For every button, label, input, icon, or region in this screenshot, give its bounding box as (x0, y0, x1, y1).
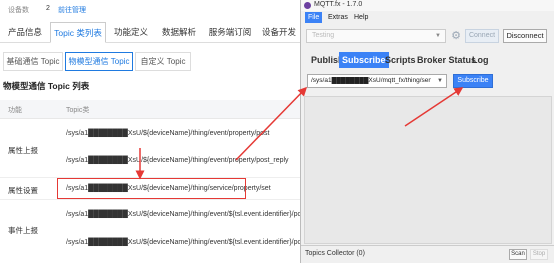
table-header: 功能 Topic类 (0, 100, 300, 119)
menu-bar: File Extras Help (301, 11, 554, 24)
device-summary-bar: 设备数 2 前往管理 (0, 0, 300, 18)
table-row: /sys/a1████████XsU/${deviceName}/thing/e… (0, 120, 300, 178)
topic-cell: /sys/a1████████XsU/${deviceName}/thing/e… (66, 211, 307, 218)
topic-type-tabs: 基础通信 Topic 物模型通信 Topic 自定义 Topic (0, 52, 300, 71)
iot-console-panel: 设备数 2 前往管理 产品信息 Topic 类列表 功能定义 数据解析 服务端订… (0, 0, 326, 263)
tab-function-definition[interactable]: 功能定义 (108, 22, 154, 43)
header-topic: Topic类 (66, 107, 90, 114)
tab-device-development[interactable]: 设备开发 (258, 22, 300, 43)
topic-cell: /sys/a1████████XsU/${deviceName}/thing/e… (66, 130, 270, 137)
tab-product-info[interactable]: 产品信息 (2, 22, 48, 43)
tab-thing-model-topic[interactable]: 物模型通信 Topic (65, 52, 133, 71)
function-cell: 事件上报 (8, 226, 38, 235)
subscribe-row: /sys/a1████████XsU/mqtt_fx/thing/service… (301, 74, 554, 90)
subscribe-button[interactable]: Subscribe (453, 74, 493, 88)
tab-custom-topic[interactable]: 自定义 Topic (135, 52, 191, 71)
tab-server-subscription[interactable]: 服务端订阅 (204, 22, 256, 43)
window-titlebar: MQTT.fx - 1.7.0 (301, 0, 554, 11)
chevron-down-icon: ▼ (435, 33, 441, 39)
gear-icon[interactable]: ⚙ (449, 29, 463, 43)
topic-value: /sys/a1████████XsU/mqtt_fx/thing/service… (311, 77, 431, 84)
chevron-down-icon: ▼ (437, 78, 443, 84)
table-row: /sys/a1████████XsU/${deviceName}/thing/e… (0, 200, 326, 263)
topic-cell: /sys/a1████████XsU/${deviceName}/thing/e… (66, 239, 326, 246)
topics-collector-bar: Topics Collector (0) Scan Stop (301, 245, 554, 263)
disconnect-button[interactable]: Disconnect (503, 29, 547, 43)
window-title: MQTT.fx - 1.7.0 (314, 1, 363, 8)
function-cell: 属性设置 (8, 186, 38, 195)
profile-value: Testing (312, 32, 335, 39)
tab-log[interactable]: Log (469, 52, 492, 68)
topics-collector-label: Topics Collector (0) (305, 250, 365, 257)
section-title: 物模型通信 Topic 列表 (3, 81, 90, 91)
tab-data-parsing[interactable]: 数据解析 (156, 22, 202, 43)
scan-button[interactable]: Scan (509, 249, 527, 260)
highlight-box (57, 178, 246, 199)
mqttfx-app-icon (304, 2, 311, 9)
function-cell: 属性上报 (8, 146, 38, 155)
subscriptions-area (304, 96, 552, 244)
subscribe-topic-input[interactable]: /sys/a1████████XsU/mqtt_fx/thing/service… (307, 74, 447, 88)
header-function: 功能 (8, 107, 22, 114)
goto-manage-link[interactable]: 前往管理 (58, 5, 86, 15)
connection-profile-select[interactable]: Testing ▼ (306, 29, 446, 43)
tab-basic-topic[interactable]: 基础通信 Topic (3, 52, 63, 71)
connection-bar: Testing ▼ ⚙ Connect Disconnect (301, 26, 554, 46)
tab-topic-list[interactable]: Topic 类列表 (50, 22, 106, 43)
menu-extras[interactable]: Extras (325, 12, 351, 23)
device-count-label: 设备数 (8, 7, 29, 14)
topic-cell: /sys/a1████████XsU/${deviceName}/thing/e… (66, 157, 289, 164)
mqtt-tabs: Publish Subscribe Scripts Broker Status … (301, 52, 554, 68)
product-tabs: 产品信息 Topic 类列表 功能定义 数据解析 服务端订阅 设备开发 (0, 22, 300, 43)
stop-button[interactable]: Stop (530, 249, 548, 260)
menu-help[interactable]: Help (351, 12, 371, 23)
menu-file[interactable]: File (305, 12, 323, 23)
connect-button[interactable]: Connect (465, 29, 499, 43)
mqttfx-window: MQTT.fx - 1.7.0 File Extras Help Testing… (300, 0, 554, 263)
device-count: 2 (46, 5, 50, 12)
